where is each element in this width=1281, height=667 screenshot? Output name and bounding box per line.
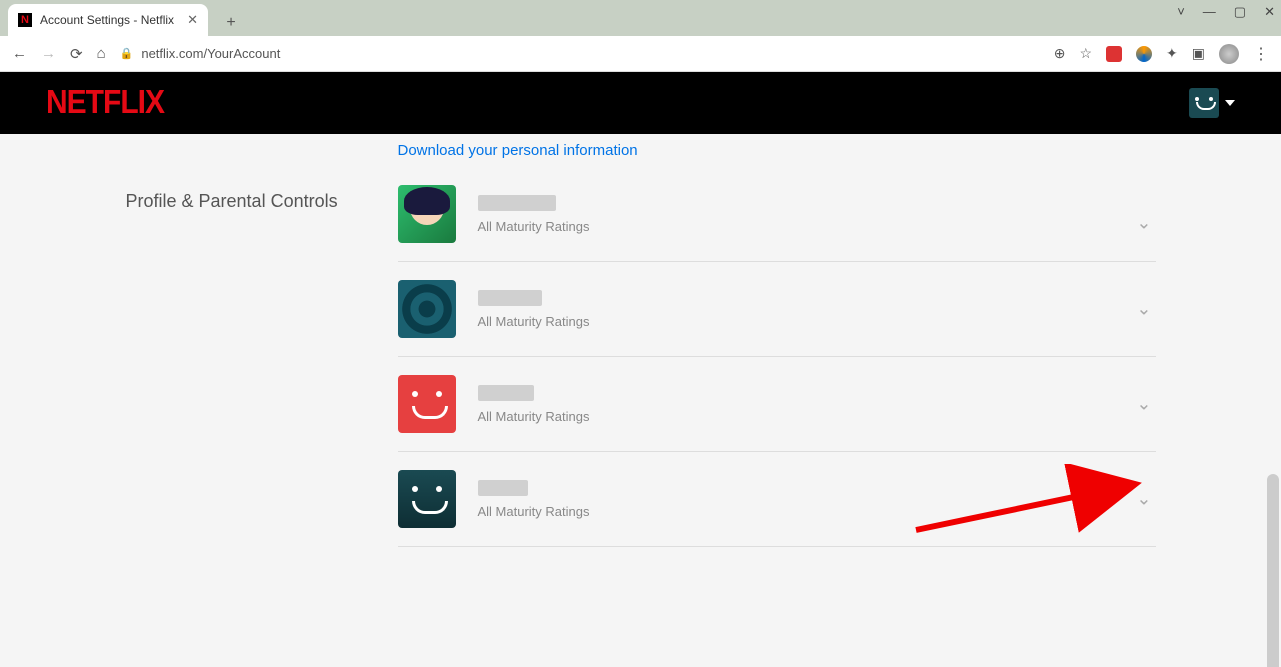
maturity-label: All Maturity Ratings [478,314,590,329]
profile-avatar-icon[interactable] [1219,44,1239,64]
profile-avatar [398,280,456,338]
profile-row[interactable]: All Maturity Ratings ⌄ [398,261,1156,356]
profile-row[interactable]: All Maturity Ratings ⌄ [398,451,1156,547]
section-title: Profile & Parental Controls [126,185,398,547]
netflix-header: NETFLIX [0,72,1281,134]
translate-icon[interactable]: ⊕ [1054,45,1066,62]
profile-info: All Maturity Ratings [478,195,590,234]
close-tab-icon[interactable]: ✕ [187,12,198,28]
tab-title: Account Settings - Netflix [40,13,174,27]
profile-name-redacted [478,290,542,306]
maximize-icon[interactable]: ▢ [1234,4,1246,20]
download-info-row: Download your personal information [126,142,1156,159]
browser-tab[interactable]: N Account Settings - Netflix ✕ [8,4,208,36]
browser-chrome: N Account Settings - Netflix ✕ + ˅ — ▢ ✕… [0,0,1281,72]
expand-chevron-icon[interactable]: ⌄ [1136,489,1151,510]
minimize-icon[interactable]: — [1203,4,1216,20]
url-text: netflix.com/YourAccount [141,46,280,61]
address-bar: ← → ⟳ ⌂ 🔒 netflix.com/YourAccount ⊕ ☆ ✦ … [0,36,1281,72]
profile-info: All Maturity Ratings [478,480,590,519]
back-button[interactable]: ← [12,45,27,62]
profile-avatar [398,375,456,433]
profile-name-redacted [478,480,528,496]
profile-avatar [398,470,456,528]
toolbar-icons: ⊕ ☆ ✦ ▣ ⋮ [1054,44,1269,64]
netflix-logo[interactable]: NETFLIX [46,84,164,121]
extension-shield-icon[interactable] [1106,46,1122,62]
scrollbar[interactable] [1267,474,1279,667]
tab-strip: N Account Settings - Netflix ✕ + ˅ — ▢ ✕ [0,0,1281,36]
expand-chevron-icon[interactable]: ⌄ [1136,213,1151,234]
extension-icon[interactable] [1136,46,1152,62]
maturity-label: All Maturity Ratings [478,409,590,424]
sidepanel-icon[interactable]: ▣ [1192,45,1205,62]
profile-avatar [398,185,456,243]
new-tab-button[interactable]: + [218,10,244,36]
window-controls: ˅ — ▢ ✕ [1177,4,1275,20]
header-avatar-icon [1189,88,1219,118]
maturity-label: All Maturity Ratings [478,219,590,234]
profile-menu[interactable] [1189,88,1235,118]
star-icon[interactable]: ☆ [1079,45,1092,62]
profile-info: All Maturity Ratings [478,385,590,424]
profile-row[interactable]: All Maturity Ratings ⌄ [398,185,1156,261]
home-button[interactable]: ⌂ [97,45,106,62]
profile-row[interactable]: All Maturity Ratings ⌄ [398,356,1156,451]
profile-info: All Maturity Ratings [478,290,590,329]
caret-down-icon [1225,100,1235,106]
url-field[interactable]: 🔒 netflix.com/YourAccount [120,46,1040,61]
maturity-label: All Maturity Ratings [478,504,590,519]
expand-chevron-icon[interactable]: ⌄ [1136,394,1151,415]
profiles-list: All Maturity Ratings⌄All Maturity Rating… [398,185,1156,547]
chevron-down-icon[interactable]: ˅ [1177,4,1185,20]
profile-name-redacted [478,195,556,211]
extensions-puzzle-icon[interactable]: ✦ [1166,45,1178,62]
download-personal-info-link[interactable]: Download your personal information [398,142,638,159]
lock-icon: 🔒 [120,47,134,60]
forward-button[interactable]: → [41,45,56,62]
reload-button[interactable]: ⟳ [70,45,83,63]
menu-kebab-icon[interactable]: ⋮ [1253,44,1269,64]
close-window-icon[interactable]: ✕ [1264,4,1275,20]
netflix-favicon: N [18,13,32,27]
expand-chevron-icon[interactable]: ⌄ [1136,299,1151,320]
page-content: Download your personal information Profi… [0,134,1281,667]
profile-name-redacted [478,385,534,401]
